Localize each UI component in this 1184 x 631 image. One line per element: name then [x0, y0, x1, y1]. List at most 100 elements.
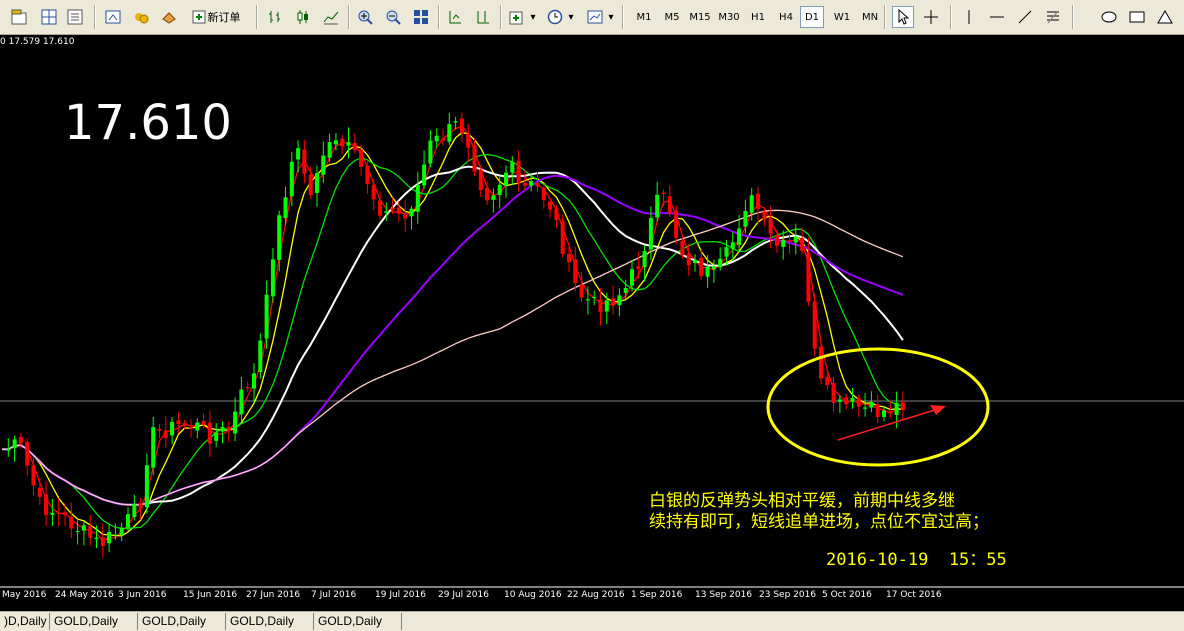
timeframe-m30-button[interactable]: M30 [717, 6, 741, 28]
time-axis-label: 29 Jul 2016 [438, 590, 489, 600]
bullish-candle [434, 135, 439, 142]
bullish-candle [869, 401, 874, 408]
timeframe-w1-button[interactable]: W1 [830, 6, 854, 28]
bearish-candle [819, 346, 823, 379]
chart-tab[interactable]: GOLD,Daily [138, 613, 226, 630]
indicators-dropdown-icon[interactable]: ▾ [528, 6, 538, 28]
chart-shift-icon[interactable] [472, 6, 494, 28]
chart-tab[interactable]: )D,Daily [0, 613, 50, 630]
chart-tab[interactable]: GOLD,Daily [314, 613, 402, 630]
time-axis-label: 3 Jun 2016 [118, 590, 167, 600]
timeframe-h4-button[interactable]: H4 [774, 6, 798, 28]
bearish-candle [667, 196, 672, 214]
bearish-candle [69, 516, 74, 529]
horizontal-line-icon[interactable] [986, 6, 1008, 28]
bullish-candle [711, 266, 716, 270]
ma-red-line [1, 125, 903, 542]
time-axis-label: 7 Jul 2016 [311, 590, 357, 600]
bar-chart-icon[interactable] [264, 6, 286, 28]
timeframe-m1-button[interactable]: M1 [632, 6, 656, 28]
timeframe-h1-button[interactable]: H1 [746, 6, 770, 28]
bearish-candle [390, 208, 395, 211]
indicators-icon[interactable] [506, 6, 528, 28]
fibonacci-icon[interactable] [1042, 6, 1064, 28]
price-chart[interactable]: 0 17.579 17.610 17.610 白银的反弹势头相对平缓，前期中线多… [0, 35, 1184, 611]
bearish-candle [541, 187, 546, 201]
crosshair-icon[interactable] [920, 6, 942, 28]
trendline-icon[interactable] [1014, 6, 1036, 28]
bearish-candle [31, 465, 36, 486]
bearish-candle [516, 160, 521, 184]
bearish-candle [25, 441, 30, 466]
timeframe-d1-button[interactable]: D1 [800, 6, 824, 28]
bearish-candle [756, 193, 760, 209]
bearish-candle [567, 253, 571, 263]
timeframe-m5-button[interactable]: M5 [660, 6, 684, 28]
bearish-candle [163, 430, 168, 438]
bullish-candle [623, 288, 628, 293]
tile-windows-icon[interactable] [410, 6, 432, 28]
bearish-candle [478, 169, 483, 191]
new-chart-icon[interactable] [8, 6, 30, 28]
bullish-candle [126, 514, 130, 528]
time-axis-label: 27 Jun 2016 [246, 590, 301, 600]
bearish-candle [378, 200, 382, 216]
chart-tab[interactable]: GOLD,Daily [50, 613, 138, 630]
bearish-candle [459, 118, 464, 134]
current-price-label: 17.610 [64, 95, 232, 151]
bearish-candle [245, 387, 250, 389]
vertical-line-icon[interactable] [958, 6, 980, 28]
bullish-candle [50, 512, 55, 515]
ellipse-icon[interactable] [1098, 6, 1120, 28]
time-axis-label: 5 Oct 2016 [822, 590, 872, 600]
time-axis-label: 15 Jun 2016 [183, 590, 238, 600]
bearish-candle [441, 138, 445, 141]
profiles-icon[interactable] [38, 6, 60, 28]
periods-dropdown-icon[interactable]: ▾ [566, 6, 576, 28]
bullish-candle [585, 299, 590, 301]
zoom-out-icon[interactable] [382, 6, 404, 28]
bearish-candle [226, 427, 231, 432]
bearish-candle [56, 512, 61, 514]
triangle-icon[interactable] [1154, 6, 1176, 28]
candlestick-icon[interactable] [292, 6, 314, 28]
bearish-candle [340, 138, 345, 147]
line-chart-icon[interactable] [320, 6, 342, 28]
chart-tab[interactable]: GOLD,Daily [226, 613, 314, 630]
bearish-candle [554, 208, 559, 221]
bullish-candle [743, 210, 748, 227]
bullish-candle [151, 427, 156, 468]
bearish-candle [201, 420, 206, 425]
terminal-icon[interactable] [158, 6, 180, 28]
bearish-candle [768, 218, 773, 234]
periods-clock-icon[interactable] [544, 6, 566, 28]
market-watch-icon[interactable] [130, 6, 152, 28]
time-axis-label: 1 Sep 2016 [631, 590, 683, 600]
bearish-candle [371, 184, 376, 200]
cursor-icon[interactable] [892, 6, 914, 28]
bullish-candle [75, 531, 80, 533]
zoom-in-icon[interactable] [354, 6, 376, 28]
timeframe-mn-button[interactable]: MN [858, 6, 882, 28]
bearish-candle [548, 201, 553, 210]
bearish-candle [466, 133, 471, 148]
bearish-candle [37, 488, 42, 497]
templates-icon[interactable] [584, 6, 606, 28]
bearish-candle [806, 252, 811, 302]
new-order-button[interactable]: 新订单 [186, 6, 246, 28]
bullish-candle [289, 161, 294, 197]
bullish-candle [144, 465, 149, 508]
bearish-candle [812, 301, 817, 349]
data-window-icon[interactable] [64, 6, 86, 28]
timeframe-m15-button[interactable]: M15 [688, 6, 712, 28]
auto-scroll-icon[interactable] [444, 6, 466, 28]
bullish-candle [170, 422, 175, 436]
annotation-arrow-line [837, 408, 939, 441]
bullish-candle [113, 534, 118, 536]
rectangle-icon[interactable] [1126, 6, 1148, 28]
navigator-icon[interactable] [102, 6, 124, 28]
bullish-candle [749, 195, 754, 213]
bearish-candle [598, 299, 603, 312]
templates-dropdown-icon[interactable]: ▾ [606, 6, 616, 28]
time-axis-label: 13 Sep 2016 [695, 590, 753, 600]
